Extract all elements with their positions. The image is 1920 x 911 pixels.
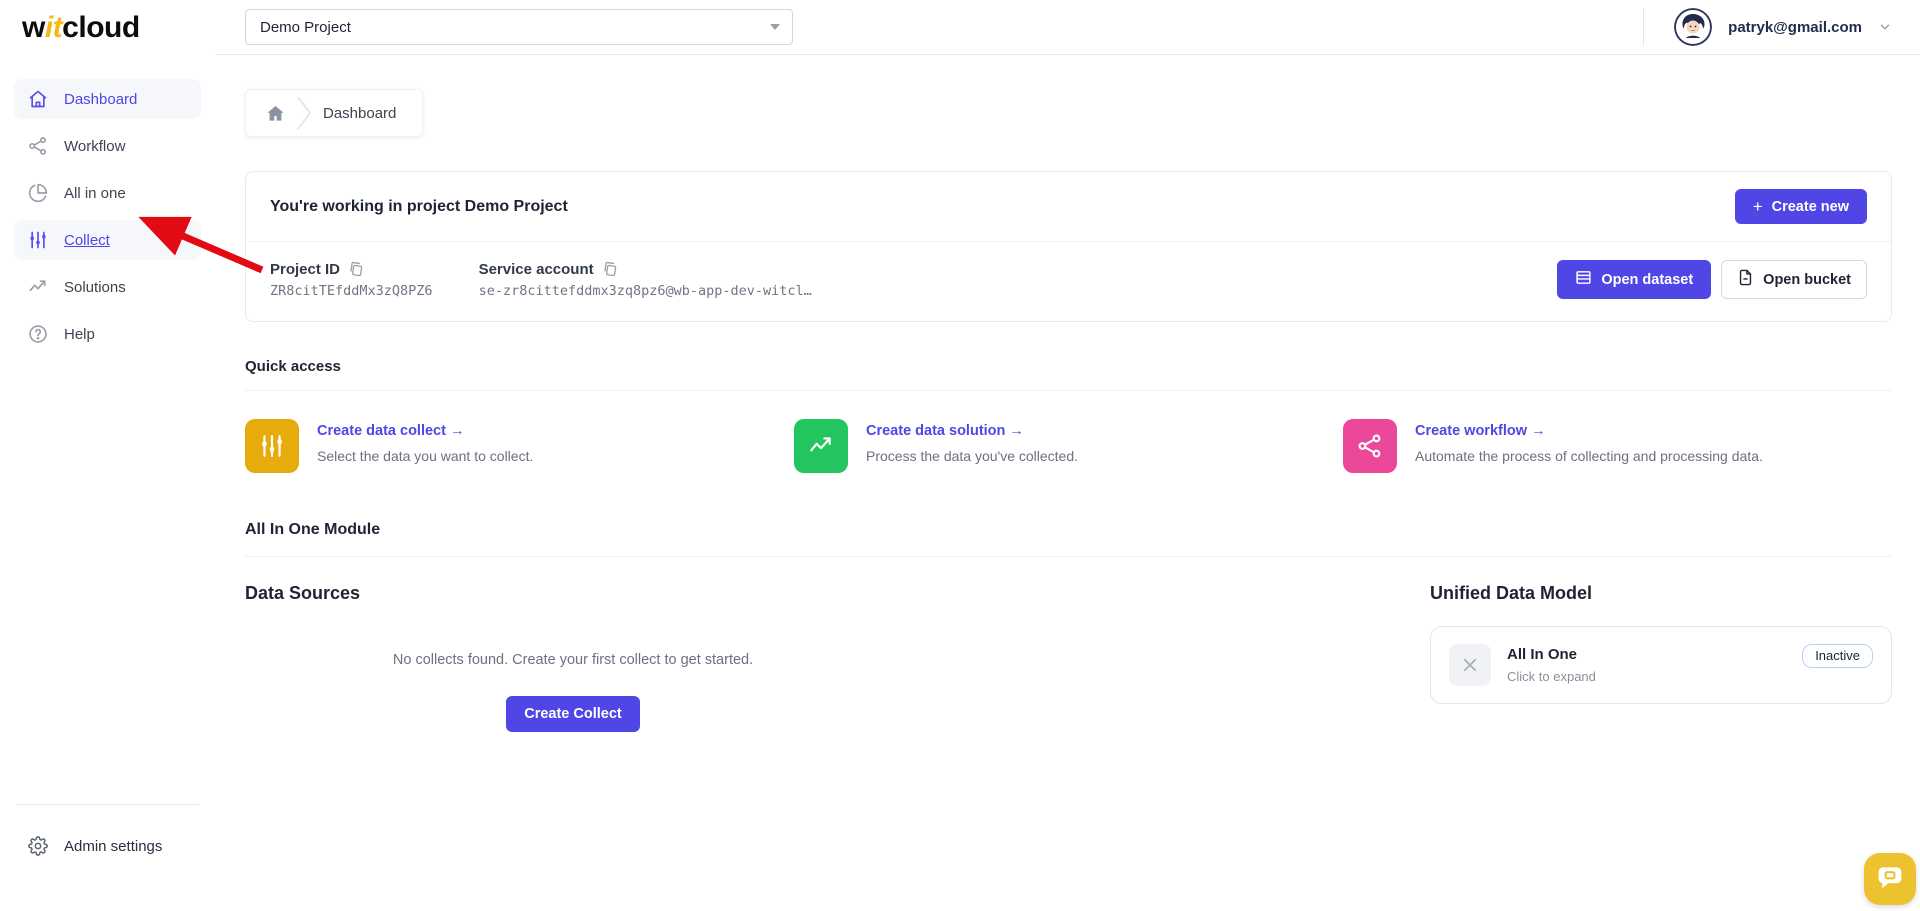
project-selector-dropdown[interactable]: Demo Project [245, 9, 793, 45]
quick-access-link[interactable]: Create data collect → [317, 423, 533, 439]
sidebar-item-all-in-one[interactable]: All in one [14, 173, 201, 213]
trending-up-icon [27, 276, 49, 298]
project-id-label: Project ID [270, 260, 341, 278]
data-sources-title: Data Sources [245, 583, 361, 603]
sidebar-item-dashboard[interactable]: Dashboard [14, 79, 201, 119]
sliders-icon [27, 229, 49, 251]
quick-access-card-solution[interactable]: Create data solution → Process the data … [794, 419, 1343, 473]
share-nodes-icon [27, 135, 49, 157]
project-card-actions: Open dataset Open bucket [1557, 260, 1867, 299]
plus-icon: + [1752, 197, 1763, 216]
sidebar-item-label: Dashboard [64, 90, 138, 108]
all-in-one-module-heading: All In One Module [245, 521, 1892, 557]
logo-part-it: it [44, 10, 63, 44]
open-bucket-label: Open bucket [1763, 271, 1851, 288]
user-email: patryk@gmail.com [1728, 18, 1862, 36]
model-card-title: All In One [1507, 646, 1578, 663]
sidebar-item-label: All in one [64, 184, 126, 202]
quick-access-description: Select the data you want to collect. [317, 448, 534, 464]
close-icon [1449, 644, 1491, 686]
breadcrumb-separator-icon [297, 93, 311, 133]
open-dataset-label: Open dataset [1601, 271, 1694, 288]
sliders-icon [245, 419, 299, 473]
home-icon[interactable] [266, 104, 285, 123]
quick-access-row: Create data collect → Select the data yo… [245, 419, 1892, 473]
sidebar-item-label: Collect [64, 231, 110, 249]
project-card-header: You're working in project Demo Project +… [246, 172, 1891, 242]
create-collect-label: Create Collect [524, 706, 622, 722]
avatar [1674, 8, 1713, 46]
service-account-label: Service account [478, 260, 594, 278]
question-circle-icon [27, 323, 49, 345]
sidebar-item-label: Workflow [64, 137, 126, 155]
service-account-field: Service account se-zr8cittefddmx3zq8pz6@… [479, 261, 812, 299]
project-id-field: Project ID ZR8citTEfddMx3zQ8PZ6 [270, 261, 433, 299]
chat-widget-button[interactable] [1864, 853, 1916, 905]
open-bucket-button[interactable]: Open bucket [1721, 260, 1867, 299]
logo-part-w: w [22, 10, 45, 44]
model-card-subtitle: Click to expand [1507, 669, 1596, 684]
service-account-value: se-zr8cittefddmx3zq8pz6@wb-app-dev-witcl… [478, 282, 812, 299]
chat-bubble-icon [1876, 863, 1904, 896]
quick-access-card-workflow[interactable]: Create workflow → Automate the process o… [1343, 419, 1892, 473]
gear-icon [27, 835, 49, 857]
topbar-divider [1643, 8, 1645, 46]
app-root: witcloud Dashboard Workflow All in one [0, 0, 1920, 911]
copy-icon[interactable] [602, 261, 618, 277]
sidebar-item-workflow[interactable]: Workflow [14, 126, 201, 166]
share-nodes-icon [1343, 419, 1397, 473]
topbar: Demo Project patryk@gmail.com [215, 0, 1920, 55]
create-new-button[interactable]: + Create new [1734, 189, 1867, 224]
sidebar-nav: Dashboard Workflow All in one Collect So… [0, 79, 215, 354]
project-card-body: Project ID ZR8citTEfddMx3zQ8PZ6 Service … [246, 242, 1891, 321]
quick-access-link[interactable]: Create workflow → [1415, 423, 1763, 439]
breadcrumb: Dashboard [245, 89, 424, 137]
quick-access-heading: Quick access [245, 358, 1892, 391]
sidebar-item-collect[interactable]: Collect [14, 220, 201, 260]
trending-up-icon [794, 419, 848, 473]
sidebar-item-solutions[interactable]: Solutions [14, 267, 201, 307]
create-collect-button[interactable]: Create Collect [506, 696, 640, 732]
content-area: Dashboard You're working in project Demo… [215, 55, 1920, 732]
quick-access-link[interactable]: Create data solution → [866, 423, 1078, 439]
open-dataset-button[interactable]: Open dataset [1557, 260, 1712, 299]
sidebar-item-help[interactable]: Help [14, 314, 201, 354]
data-sources-empty-text: No collects found. Create your first col… [392, 652, 754, 668]
sidebar-item-label: Help [64, 325, 95, 343]
main-column: Demo Project patryk@gmail.com Dashboard … [215, 0, 1920, 911]
pie-chart-icon [27, 182, 49, 204]
file-icon [1737, 269, 1754, 290]
project-id-value: ZR8citTEfddMx3zQ8PZ6 [270, 282, 433, 299]
chevron-down-icon [1878, 20, 1892, 34]
sidebar: witcloud Dashboard Workflow All in one [0, 0, 215, 911]
table-icon [1575, 269, 1592, 290]
user-menu[interactable]: patryk@gmail.com [1643, 8, 1892, 46]
project-card: You're working in project Demo Project +… [245, 171, 1892, 322]
status-badge: Inactive [1802, 644, 1873, 668]
chevron-down-icon [770, 24, 780, 30]
quick-access-description: Process the data you've collected. [866, 448, 1079, 464]
project-selector-value: Demo Project [260, 18, 351, 36]
sidebar-item-admin-settings[interactable]: Admin settings [0, 827, 215, 865]
breadcrumb-current-page[interactable]: Dashboard [323, 105, 396, 122]
project-card-title: You're working in project Demo Project [270, 197, 568, 215]
bottom-section: Data Sources No collects found. Create y… [245, 583, 1892, 732]
admin-settings-label: Admin settings [64, 837, 163, 855]
quick-access-card-collect[interactable]: Create data collect → Select the data yo… [245, 419, 794, 473]
sidebar-bottom: Admin settings [0, 804, 215, 911]
unified-data-model-title: Unified Data Model [1430, 583, 1593, 603]
sidebar-item-label: Solutions [64, 278, 126, 296]
data-sources-section: Data Sources No collects found. Create y… [245, 583, 901, 732]
home-icon [27, 88, 49, 110]
witcloud-logo[interactable]: w it cloud [0, 0, 215, 55]
quick-access-description: Automate the process of collecting and p… [1415, 448, 1763, 464]
create-new-label: Create new [1771, 198, 1849, 215]
all-in-one-model-card[interactable]: All In One Click to expand Inactive [1430, 626, 1892, 704]
copy-icon[interactable] [348, 261, 364, 277]
sidebar-divider [16, 804, 199, 805]
unified-data-model-section: Unified Data Model All In One Click to e… [1430, 583, 1892, 732]
logo-part-cloud: cloud [62, 10, 140, 44]
